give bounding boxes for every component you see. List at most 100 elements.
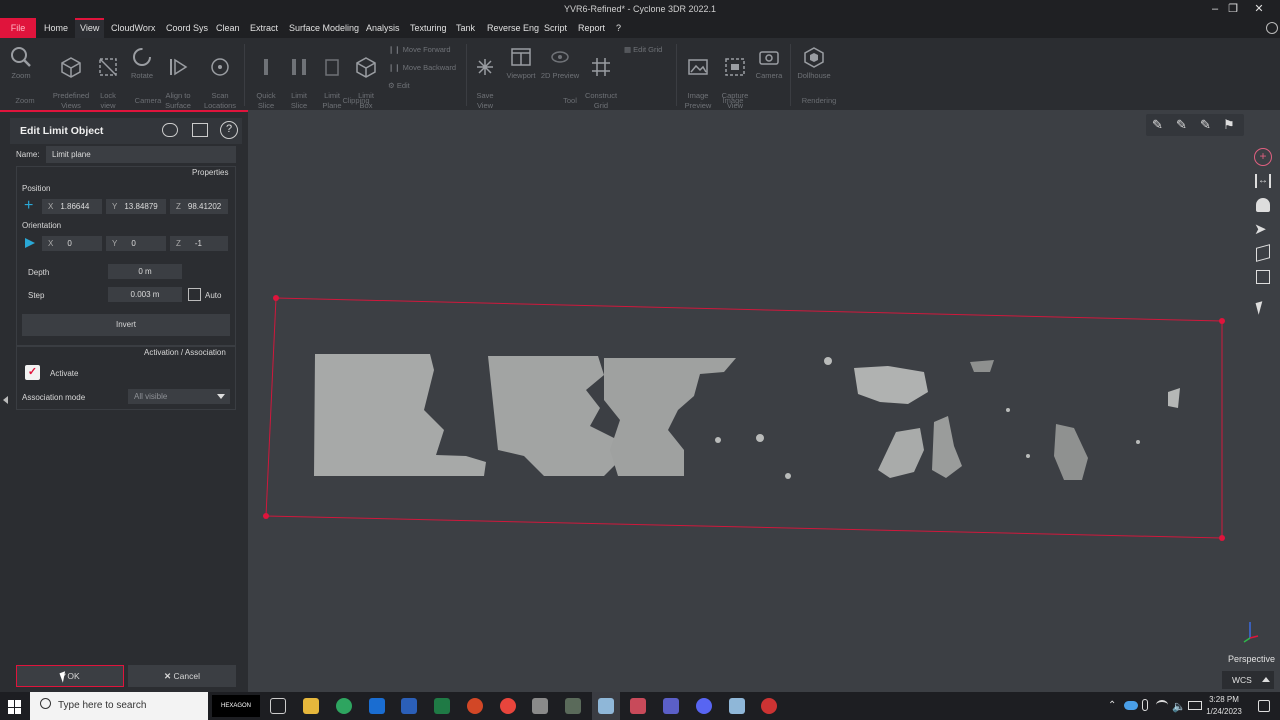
menu-tank[interactable]: Tank bbox=[451, 18, 480, 38]
position-y-input[interactable]: Y 13.84879 bbox=[106, 199, 166, 214]
position-z-input[interactable]: Z 98.41202 bbox=[170, 199, 228, 214]
windows-start-icon[interactable] bbox=[8, 700, 22, 714]
coord-system-select[interactable]: WCS bbox=[1222, 671, 1274, 689]
cancel-button[interactable]: ✕ Cancel bbox=[128, 665, 236, 687]
calculator-icon[interactable] bbox=[532, 698, 548, 714]
menu-file[interactable]: File bbox=[0, 18, 36, 38]
select-cursor-icon[interactable] bbox=[1255, 301, 1266, 315]
name-input[interactable]: Limit plane bbox=[46, 146, 236, 163]
task-view-icon[interactable] bbox=[270, 698, 286, 714]
chevron-up-tray-icon[interactable]: ⌃ bbox=[1108, 700, 1116, 711]
move-forward-button[interactable]: ❙❙ Move Forward bbox=[388, 45, 451, 54]
lock-view-button[interactable]: Lock view bbox=[93, 40, 123, 111]
refresh-icon[interactable] bbox=[1266, 22, 1278, 34]
projection-label[interactable]: Perspective bbox=[1228, 654, 1275, 664]
fit-width-icon[interactable]: ↔ bbox=[1255, 174, 1271, 188]
word-icon[interactable] bbox=[401, 698, 417, 714]
app-icon-2[interactable] bbox=[630, 698, 646, 714]
dollhouse-button[interactable]: Dollhouse bbox=[794, 40, 834, 81]
limit-plane-corner[interactable] bbox=[263, 513, 269, 519]
orientation-z-input[interactable]: Z -1 bbox=[170, 236, 228, 251]
camera-button[interactable]: Camera bbox=[754, 40, 784, 81]
save-view-button[interactable]: Save View bbox=[470, 40, 500, 111]
construct-grid-button[interactable]: Construct Grid bbox=[582, 40, 620, 111]
predefined-views-button[interactable]: Predefined Views bbox=[50, 40, 92, 111]
menu-script[interactable]: Script bbox=[539, 18, 572, 38]
menu-report[interactable]: Report bbox=[573, 18, 610, 38]
zoom-button[interactable]: Zoom bbox=[4, 40, 38, 81]
menu-cloudworx[interactable]: CloudWorx bbox=[106, 18, 160, 38]
auto-checkbox[interactable] bbox=[188, 288, 201, 301]
orientation-arrow-icon[interactable] bbox=[25, 238, 35, 248]
wifi-icon[interactable] bbox=[1156, 700, 1168, 710]
edge-browser-icon[interactable] bbox=[336, 698, 352, 714]
recorder-icon[interactable] bbox=[761, 698, 777, 714]
teams-icon[interactable] bbox=[663, 698, 679, 714]
position-x-input[interactable]: X 1.86644 bbox=[42, 199, 102, 214]
orientation-x-input[interactable]: X0 bbox=[42, 236, 102, 251]
limit-plane-corner[interactable] bbox=[1219, 535, 1225, 541]
cyclone-app-icon-2[interactable] bbox=[729, 698, 745, 714]
help-icon[interactable]: ? bbox=[220, 121, 238, 139]
rotate-button[interactable]: Rotate bbox=[126, 40, 158, 81]
edit-clip-button[interactable]: ⚙ Edit bbox=[388, 81, 410, 90]
user-view-icon[interactable] bbox=[1256, 198, 1270, 212]
step-input[interactable]: 0.003 m bbox=[108, 287, 182, 302]
move-icon[interactable]: + bbox=[24, 198, 33, 214]
label-tag-icon[interactable]: ⚑ bbox=[1223, 117, 1235, 133]
export-icon[interactable] bbox=[192, 123, 208, 137]
menu-help[interactable]: ? bbox=[611, 18, 626, 38]
limit-slice-button[interactable]: Limit Slice bbox=[284, 40, 314, 111]
notification-icon[interactable] bbox=[1258, 700, 1270, 712]
file-explorer-icon[interactable] bbox=[303, 698, 319, 714]
collapse-panel-icon[interactable] bbox=[3, 396, 8, 404]
ruler-icon[interactable]: ✎ bbox=[1152, 117, 1163, 133]
outlook-icon[interactable] bbox=[369, 698, 385, 714]
cyclone-app-icon[interactable] bbox=[598, 698, 614, 714]
menu-home[interactable]: Home bbox=[39, 18, 73, 38]
navigate-icon[interactable]: + bbox=[1254, 148, 1272, 166]
move-backward-button[interactable]: ❙❙ Move Backward bbox=[388, 63, 456, 72]
image-preview-button[interactable]: Image Preview bbox=[682, 40, 714, 111]
menu-clean[interactable]: Clean bbox=[211, 18, 245, 38]
layers-icon[interactable] bbox=[1256, 270, 1270, 284]
menu-reverse-eng[interactable]: Reverse Eng bbox=[482, 18, 544, 38]
powerpoint-icon[interactable] bbox=[467, 698, 483, 714]
limit-plane-corner[interactable] bbox=[1219, 318, 1225, 324]
menu-coord-sys[interactable]: Coord Sys bbox=[161, 18, 213, 38]
send-icon[interactable]: ➤ bbox=[1254, 220, 1267, 238]
activate-checkbox[interactable]: ✓ bbox=[25, 365, 40, 380]
depth-input[interactable]: 0 m bbox=[108, 264, 182, 279]
battery-icon[interactable] bbox=[1188, 701, 1202, 710]
hexagon-app-icon[interactable]: HEXAGON bbox=[212, 695, 260, 717]
section-box-icon[interactable] bbox=[1256, 244, 1270, 262]
measure-distance-icon[interactable]: ✎ bbox=[1200, 117, 1211, 133]
edit-grid-button[interactable]: ▦ Edit Grid bbox=[624, 45, 662, 54]
app-icon[interactable] bbox=[565, 698, 581, 714]
ok-button[interactable]: ✓OK bbox=[16, 665, 124, 687]
scan-locations-button[interactable]: Scan Locations bbox=[200, 40, 240, 111]
clock-time[interactable]: 3:28 PM bbox=[1206, 695, 1242, 704]
limit-plane-corner[interactable] bbox=[273, 295, 279, 301]
search-box[interactable]: Type here to search bbox=[30, 692, 208, 720]
invert-button[interactable]: Invert bbox=[22, 314, 230, 336]
close-button[interactable]: ✕ bbox=[1248, 1, 1270, 17]
menu-texturing[interactable]: Texturing bbox=[405, 18, 452, 38]
onedrive-icon[interactable] bbox=[1124, 701, 1138, 710]
quick-slice-button[interactable]: Quick Slice bbox=[250, 40, 282, 111]
excel-icon[interactable] bbox=[434, 698, 450, 714]
menu-surface-modeling[interactable]: Surface Modeling bbox=[284, 18, 364, 38]
chrome-icon[interactable] bbox=[500, 698, 516, 714]
menu-analysis[interactable]: Analysis bbox=[361, 18, 405, 38]
2d-preview-button[interactable]: 2D Preview bbox=[540, 40, 580, 81]
menu-view[interactable]: View bbox=[75, 18, 105, 38]
comment-icon[interactable] bbox=[162, 123, 178, 137]
viewport-button[interactable]: Viewport bbox=[502, 40, 540, 81]
clock-date[interactable]: 1/24/2023 bbox=[1202, 707, 1246, 716]
measure-angle-icon[interactable]: ✎ bbox=[1176, 117, 1187, 133]
microphone-icon[interactable] bbox=[1142, 699, 1148, 711]
association-mode-select[interactable]: All visible bbox=[128, 389, 230, 404]
menu-extract[interactable]: Extract bbox=[245, 18, 283, 38]
discord-icon[interactable] bbox=[696, 698, 712, 714]
volume-icon[interactable]: 🔈 bbox=[1172, 700, 1186, 713]
